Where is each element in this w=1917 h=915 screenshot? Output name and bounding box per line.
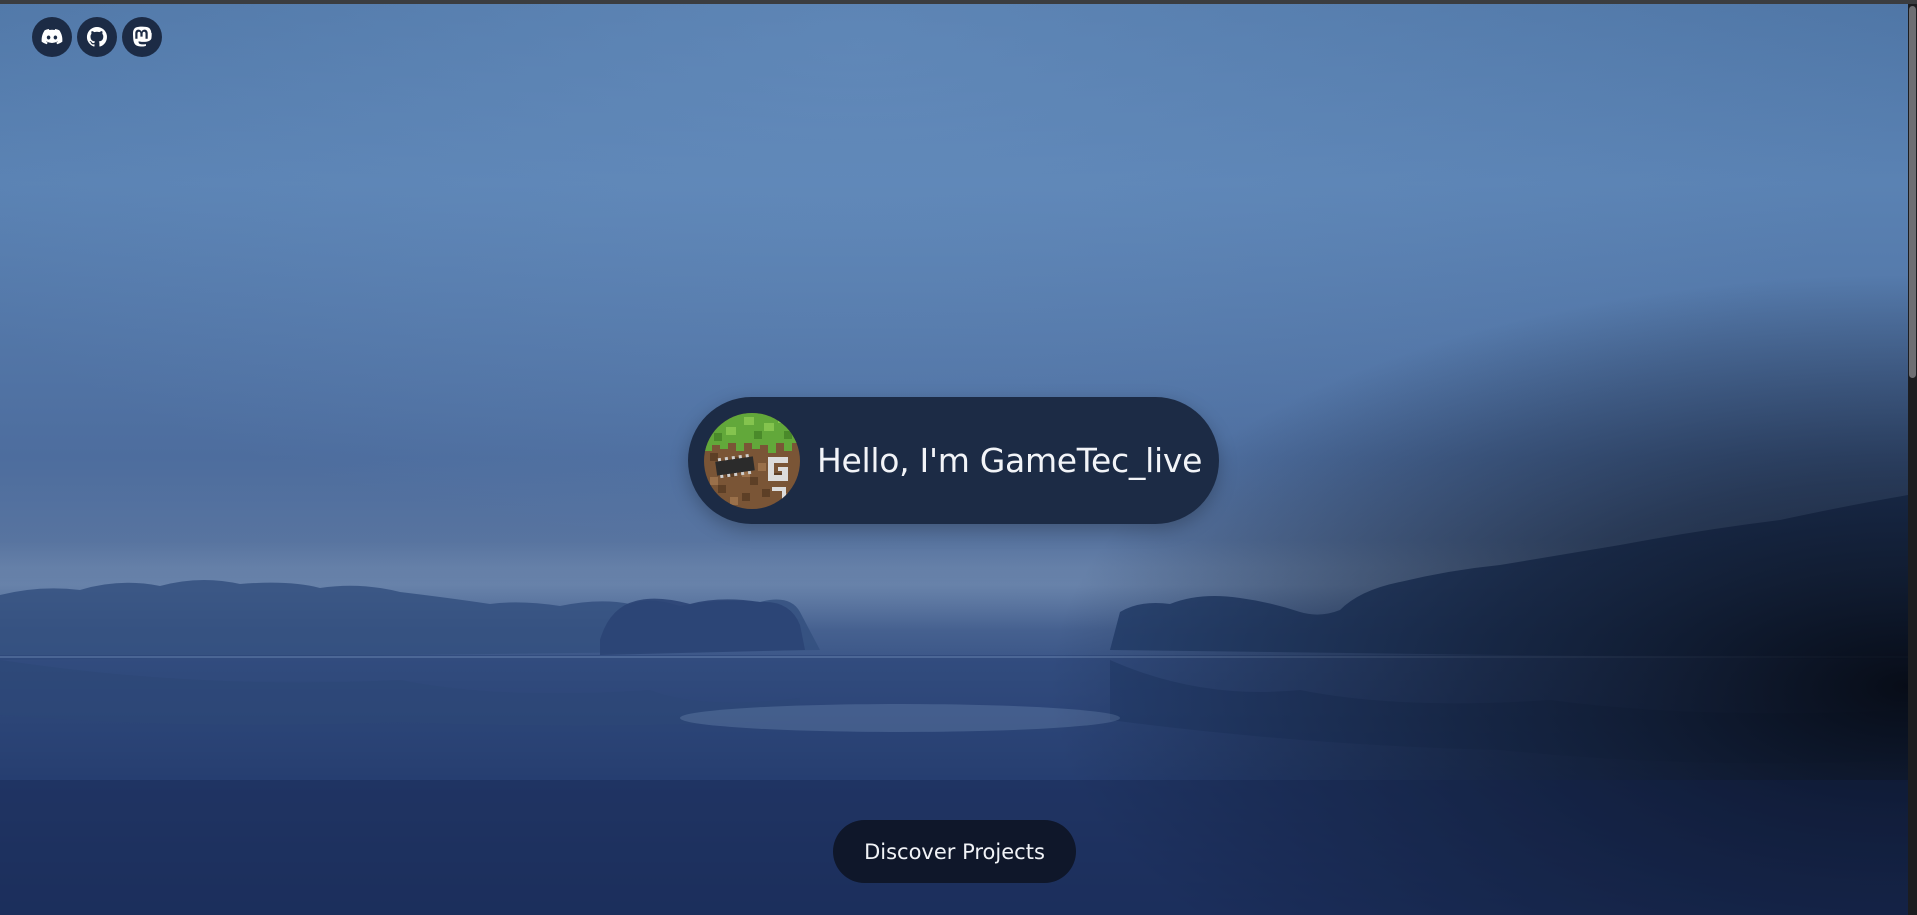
scrollbar[interactable] <box>1908 4 1917 915</box>
social-links <box>32 17 162 57</box>
discord-icon <box>41 29 63 45</box>
hero-intro-pill: Hello, I'm GameTec_live <box>688 397 1219 524</box>
discover-projects-button[interactable]: Discover Projects <box>833 820 1076 883</box>
discord-link[interactable] <box>32 17 72 57</box>
minecraft-grass-block-avatar-icon <box>704 412 800 509</box>
window-top-edge <box>0 0 1917 4</box>
page-viewport: Hello, I'm GameTec_live Discover Project… <box>0 0 1917 915</box>
hero-greeting: Hello, I'm GameTec_live <box>817 441 1203 480</box>
mastodon-link[interactable] <box>122 17 162 57</box>
avatar <box>704 412 800 509</box>
scrollbar-thumb[interactable] <box>1909 6 1916 378</box>
github-link[interactable] <box>77 17 117 57</box>
github-icon <box>86 26 107 47</box>
mastodon-icon <box>133 26 152 47</box>
